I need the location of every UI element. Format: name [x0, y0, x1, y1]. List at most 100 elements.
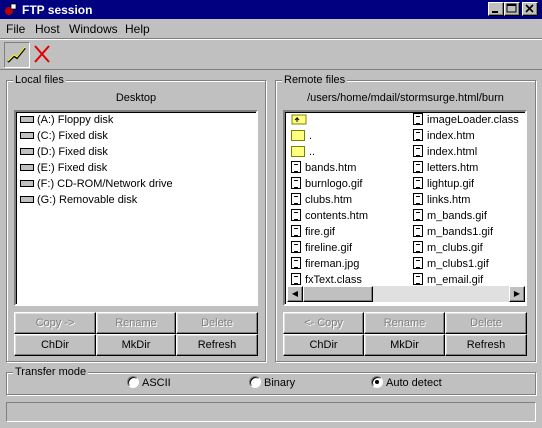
file-icon [413, 225, 423, 238]
radio-ascii[interactable]: ASCII [127, 376, 171, 389]
file-icon [413, 241, 423, 254]
local-delete-button[interactable]: Delete [176, 312, 258, 334]
file-icon [413, 145, 423, 158]
folder-icon [291, 145, 305, 157]
title-bar[interactable]: FTP session [0, 0, 542, 19]
menu-help[interactable]: Help [125, 22, 150, 36]
maximize-icon [506, 3, 517, 13]
remote-path: /users/home/mdail/stormsurge.html/burn [307, 92, 504, 104]
remote-rename-button[interactable]: Rename [364, 312, 445, 334]
connect-button[interactable] [4, 42, 30, 68]
menu-windows[interactable]: Windows [69, 22, 118, 36]
remote-mkdir-button[interactable]: MkDir [364, 334, 445, 356]
local-copy-button[interactable]: Copy -> [14, 312, 96, 334]
file-item[interactable]: links.htm [413, 193, 471, 210]
minimize-button[interactable] [488, 2, 504, 16]
file-name: .. [309, 146, 316, 158]
file-icon [291, 177, 301, 190]
file-item[interactable]: m_clubs1.gif [413, 257, 489, 274]
radio-binary[interactable]: Binary [249, 376, 296, 389]
file-item[interactable]: m_bands1.gif [413, 225, 494, 242]
file-item[interactable]: index.html [413, 145, 478, 162]
radio-auto-detect[interactable]: Auto detect [371, 376, 442, 389]
drive-item[interactable]: (A:) Floppy disk [20, 114, 113, 130]
file-item[interactable]: fire.gif [291, 225, 335, 242]
local-rename-button[interactable]: Rename [96, 312, 176, 334]
menu-file[interactable]: File [6, 22, 25, 36]
remote-file-list[interactable]: ... bands.htm burnlogo.gif clubs.htm content… [283, 110, 527, 306]
file-name: index.htm [427, 130, 475, 142]
file-icon [413, 113, 423, 126]
drive-item[interactable]: (E:) Fixed disk [20, 162, 107, 178]
folder-item[interactable]: . [291, 129, 312, 146]
file-item[interactable]: m_clubs.gif [413, 241, 483, 258]
remote-copy-button[interactable]: <- Copy [283, 312, 364, 334]
remote-chdir-button[interactable]: ChDir [283, 334, 364, 356]
radio-binary-label: Binary [264, 377, 296, 389]
parent-folder-item[interactable] [291, 114, 311, 130]
radio-ascii-label: ASCII [142, 377, 171, 389]
local-drive-list[interactable]: (A:) Floppy disk (C:) Fixed disk (D:) Fi… [14, 110, 258, 306]
local-mkdir-button[interactable]: MkDir [96, 334, 176, 356]
file-name: lightup.gif [427, 178, 475, 190]
maximize-button[interactable] [504, 2, 520, 16]
close-button[interactable] [522, 2, 538, 16]
file-name: m_bands1.gif [427, 226, 494, 238]
drive-label: (D:) Fixed disk [37, 146, 108, 158]
window-title: FTP session [22, 3, 93, 17]
drive-label: (E:) Fixed disk [37, 162, 108, 174]
scroll-thumb[interactable] [303, 286, 373, 302]
file-item[interactable]: fireline.gif [291, 241, 352, 258]
toolbar [0, 40, 542, 70]
drive-label: (F:) CD-ROM/Network drive [37, 178, 173, 190]
radio-ascii-circle [127, 376, 139, 389]
drive-item[interactable]: (C:) Fixed disk [20, 130, 108, 146]
scroll-left-button[interactable]: ◀ [287, 286, 303, 302]
file-item[interactable]: contents.htm [291, 209, 368, 226]
file-item[interactable]: m_bands.gif [413, 209, 487, 226]
drive-item[interactable]: (D:) Fixed disk [20, 146, 108, 162]
remote-refresh-button[interactable]: Refresh [445, 334, 527, 356]
file-icon [413, 257, 423, 270]
file-name: fire.gif [305, 226, 335, 238]
file-icon [413, 273, 423, 286]
file-item[interactable]: burnlogo.gif [291, 177, 363, 194]
file-item[interactable]: clubs.htm [291, 193, 352, 210]
file-item[interactable]: bands.htm [291, 161, 356, 178]
drive-label: (C:) Fixed disk [37, 130, 108, 142]
file-name: links.htm [427, 194, 471, 206]
menu-host[interactable]: Host [35, 22, 60, 36]
scroll-right-button[interactable]: ▶ [509, 286, 525, 302]
file-icon [413, 209, 423, 222]
file-item[interactable]: letters.htm [413, 161, 478, 178]
removable-disk-icon [20, 195, 34, 203]
file-item[interactable]: lightup.gif [413, 177, 475, 194]
remote-delete-button[interactable]: Delete [445, 312, 527, 334]
disconnect-button[interactable] [30, 42, 56, 68]
file-icon [413, 129, 423, 142]
file-name: imageLoader.class [427, 114, 519, 126]
file-item[interactable]: index.htm [413, 129, 475, 146]
file-item[interactable]: fireman.jpg [291, 257, 359, 274]
file-icon [413, 177, 423, 190]
file-name: m_clubs.gif [427, 242, 483, 254]
file-name: index.html [427, 146, 478, 158]
drive-item[interactable]: (F:) CD-ROM/Network drive [20, 178, 173, 194]
file-name: m_bands.gif [427, 210, 487, 222]
transfer-mode-label: Transfer mode [13, 366, 89, 378]
file-item[interactable]: imageLoader.class [413, 113, 519, 130]
local-path: Desktop [115, 92, 157, 104]
file-icon [413, 193, 423, 206]
local-refresh-button[interactable]: Refresh [176, 334, 258, 356]
folder-item[interactable]: .. [291, 145, 316, 162]
radio-binary-circle [249, 376, 261, 389]
radio-auto-detect-circle [371, 376, 383, 389]
remote-horizontal-scrollbar[interactable]: ◀ ▶ [287, 286, 525, 302]
drive-label: (A:) Floppy disk [37, 114, 114, 126]
remote-files-label: Remote files [282, 74, 348, 86]
file-name: contents.htm [305, 210, 368, 222]
drive-item[interactable]: (G:) Removable disk [20, 194, 137, 210]
radio-auto-detect-label: Auto detect [386, 377, 442, 389]
local-chdir-button[interactable]: ChDir [14, 334, 96, 356]
file-icon [291, 225, 301, 238]
